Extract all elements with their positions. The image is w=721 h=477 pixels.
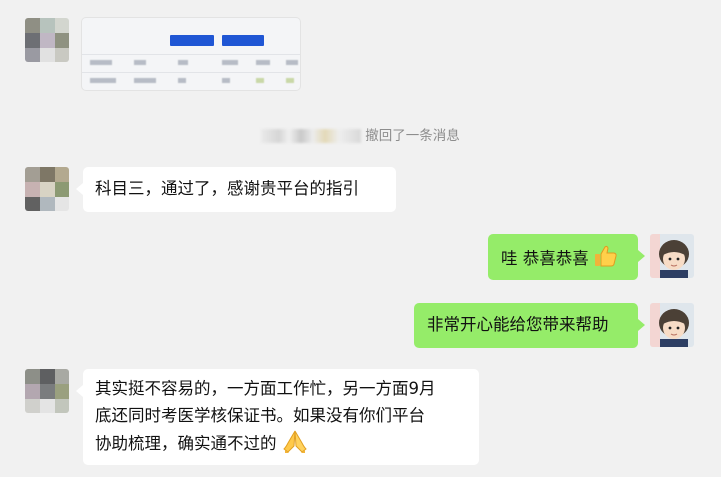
message-line: 底还同时考医学核保证书。如果没有你们平台 xyxy=(95,406,425,425)
recall-notice: 撤回了一条消息 xyxy=(0,124,721,144)
contact-avatar[interactable] xyxy=(25,18,69,62)
thumbs-up-icon xyxy=(594,244,618,275)
praying-hands-icon xyxy=(282,429,308,461)
message-line: 协助梳理，确实通不过的 xyxy=(95,434,277,453)
outgoing-message[interactable]: 哇 恭喜恭喜 xyxy=(488,234,638,280)
incoming-message[interactable]: 科目三，通过了，感谢贵平台的指引 xyxy=(83,167,396,212)
bubble-tail xyxy=(76,385,83,397)
contact-avatar[interactable] xyxy=(25,369,69,413)
message-text: 科目三，通过了，感谢贵平台的指引 xyxy=(95,179,359,198)
recall-notice-text: 撤回了一条消息 xyxy=(365,128,460,144)
outgoing-message[interactable]: 非常开心能给您带来帮助 xyxy=(414,303,638,348)
message-text: 哇 恭喜恭喜 xyxy=(501,249,589,268)
bubble-tail xyxy=(638,319,645,331)
screenshot-image-message[interactable] xyxy=(82,18,300,90)
my-avatar[interactable] xyxy=(650,303,694,347)
incoming-message[interactable]: 其实挺不容易的，一方面工作忙，另一方面9月 底还同时考医学核保证书。如果没有你们… xyxy=(83,369,479,465)
contact-avatar[interactable] xyxy=(25,167,69,211)
bubble-tail xyxy=(76,183,83,195)
blurred-contact-name xyxy=(261,129,362,143)
bubble-tail xyxy=(638,250,645,262)
my-avatar[interactable] xyxy=(650,234,694,278)
message-text: 非常开心能给您带来帮助 xyxy=(427,315,609,334)
message-line: 其实挺不容易的，一方面工作忙，另一方面9月 xyxy=(95,379,436,398)
